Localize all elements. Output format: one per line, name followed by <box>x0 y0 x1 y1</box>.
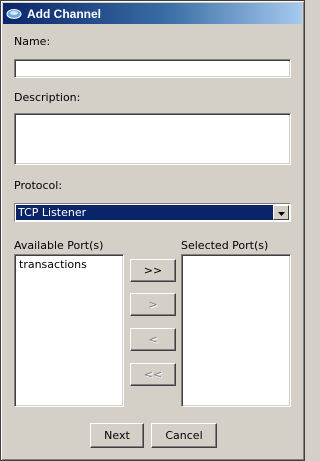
chevron-down-icon <box>277 206 285 219</box>
title-bar[interactable]: Add Channel <box>3 3 302 24</box>
name-input[interactable] <box>15 60 290 77</box>
list-item[interactable]: transactions <box>17 257 121 272</box>
add-channel-dialog: Add Channel Name: Description: Protocol:… <box>0 0 305 461</box>
name-field-frame <box>14 59 291 78</box>
description-input[interactable] <box>15 114 290 164</box>
name-label: Name: <box>14 35 51 48</box>
available-ports-list[interactable]: transactions <box>14 254 124 407</box>
protocol-select[interactable]: TCP Listener <box>14 203 291 222</box>
remove-all-button[interactable]: << <box>130 363 176 386</box>
protocol-selected-value: TCP Listener <box>16 205 273 220</box>
protocol-label: Protocol: <box>14 179 63 192</box>
remove-button[interactable]: < <box>130 328 176 351</box>
cancel-button[interactable]: Cancel <box>151 423 217 448</box>
next-button[interactable]: Next <box>90 423 144 448</box>
description-label: Description: <box>14 91 81 104</box>
selected-ports-list[interactable] <box>181 254 291 407</box>
dropdown-button[interactable] <box>273 205 289 220</box>
add-button[interactable]: > <box>130 293 176 316</box>
window-title: Add Channel <box>27 6 101 21</box>
add-all-button[interactable]: >> <box>130 259 176 282</box>
selected-ports-label: Selected Port(s) <box>181 239 269 252</box>
description-field-frame <box>14 113 291 165</box>
channel-app-icon <box>6 7 22 21</box>
available-ports-label: Available Port(s) <box>14 239 104 252</box>
